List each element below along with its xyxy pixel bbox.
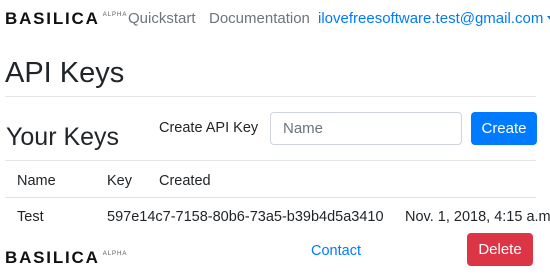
- user-email: ilovefreesoftware.test@gmail.com: [318, 10, 544, 27]
- brand-name: BASILICA: [5, 9, 100, 28]
- footer-brand-name: BASILICA: [5, 248, 100, 267]
- column-header-key: Key: [107, 173, 132, 189]
- title-divider: [5, 96, 536, 97]
- footer-contact-link[interactable]: Contact: [311, 243, 361, 259]
- user-menu[interactable]: ilovefreesoftware.test@gmail.com: [318, 10, 550, 27]
- footer-brand-tag: ALPHA: [102, 251, 128, 257]
- footer-brand-logo: BASILICA ALPHA: [5, 248, 127, 268]
- key-name-cell: Test: [17, 209, 44, 225]
- nav-documentation-link[interactable]: Documentation: [209, 10, 310, 27]
- brand-tag: ALPHA: [102, 12, 128, 18]
- delete-button[interactable]: Delete: [467, 233, 533, 266]
- page-title: API Keys: [5, 57, 125, 89]
- section-divider: [5, 160, 536, 161]
- column-header-created: Created: [159, 173, 211, 189]
- column-header-name: Name: [17, 173, 56, 189]
- key-name-input[interactable]: [270, 112, 462, 145]
- create-button[interactable]: Create: [471, 112, 537, 145]
- brand-logo[interactable]: BASILICA ALPHA: [5, 9, 127, 29]
- key-value-cell: 597e14c7-7158-80b6-73a5-b39b4d5a3410: [107, 209, 384, 225]
- create-key-label: Create API Key: [159, 120, 259, 136]
- key-created-cell: Nov. 1, 2018, 4:15 a.m.: [405, 209, 550, 225]
- section-title: Your Keys: [6, 123, 120, 151]
- table-header-divider: [5, 197, 536, 198]
- nav-quickstart-link[interactable]: Quickstart: [128, 10, 196, 27]
